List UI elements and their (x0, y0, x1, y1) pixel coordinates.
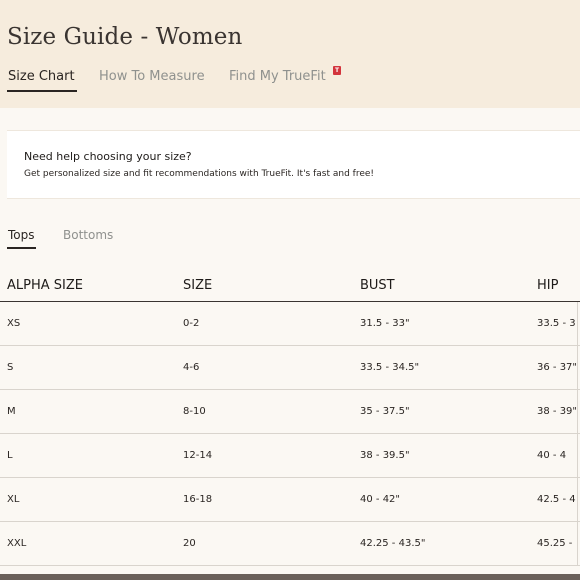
cell-alpha-size: XL (7, 494, 20, 505)
column-divider (577, 434, 578, 478)
cell-alpha-size: L (7, 450, 13, 461)
cell-hip: 33.5 - 3 (537, 318, 576, 329)
cell-hip: 42.5 - 4 (537, 494, 576, 505)
help-card-title: Need help choosing your size? (24, 150, 192, 163)
cell-size: 4-6 (183, 362, 200, 373)
column-header-size: SIZE (183, 278, 213, 293)
cell-hip: 38 - 39" (537, 406, 578, 417)
cell-alpha-size: M (7, 406, 16, 417)
table-row: S 4-6 33.5 - 34.5" 36 - 37" (0, 346, 580, 390)
cell-hip: 36 - 37" (537, 362, 578, 373)
tab-find-my-truefit[interactable]: Find My TrueFit (229, 69, 326, 84)
truefit-help-card[interactable]: Need help choosing your size? Get person… (7, 130, 580, 199)
cell-size: 8-10 (183, 406, 206, 417)
table-row: XL 16-18 40 - 42" 42.5 - 4 (0, 478, 580, 522)
table-row: XXL 20 42.25 - 43.5" 45.25 - (0, 522, 580, 566)
cell-hip: 40 - 4 (537, 450, 567, 461)
cell-bust: 40 - 42" (360, 494, 401, 505)
bottom-edge-strip (0, 574, 580, 580)
cell-alpha-size: S (7, 362, 14, 373)
column-header-bust: BUST (360, 278, 395, 293)
header: Size Guide - Women Size Chart How To Mea… (0, 0, 580, 108)
tab-size-chart[interactable]: Size Chart (7, 69, 77, 92)
help-card-text: Get personalized size and fit recommenda… (24, 169, 375, 179)
column-divider (577, 346, 578, 390)
table-header: ALPHA SIZE SIZE BUST HIP (0, 270, 580, 302)
cell-size: 0-2 (183, 318, 200, 329)
column-divider (577, 302, 578, 346)
size-table: ALPHA SIZE SIZE BUST HIP XS 0-2 31.5 - 3… (0, 270, 580, 566)
cell-bust: 31.5 - 33" (360, 318, 410, 329)
tab-tops[interactable]: Tops (7, 228, 36, 249)
column-header-alpha-size: ALPHA SIZE (7, 278, 83, 293)
column-header-hip: HIP (537, 278, 559, 293)
column-divider (577, 522, 578, 566)
cell-hip: 45.25 - (537, 538, 573, 549)
column-divider (577, 390, 578, 434)
cell-size: 12-14 (183, 450, 213, 461)
cell-bust: 33.5 - 34.5" (360, 362, 420, 373)
cell-size: 16-18 (183, 494, 213, 505)
table-row: XS 0-2 31.5 - 33" 33.5 - 3 (0, 302, 580, 346)
cell-bust: 42.25 - 43.5" (360, 538, 426, 549)
page-title: Size Guide - Women (7, 24, 243, 50)
tab-bottoms[interactable]: Bottoms (63, 228, 113, 242)
cell-alpha-size: XS (7, 318, 21, 329)
cell-bust: 38 - 39.5" (360, 450, 410, 461)
cell-alpha-size: XXL (7, 538, 27, 549)
table-row: M 8-10 35 - 37.5" 38 - 39" (0, 390, 580, 434)
tab-how-to-measure[interactable]: How To Measure (99, 69, 205, 84)
column-divider (577, 478, 578, 522)
cell-size: 20 (183, 538, 196, 549)
truefit-logo-icon: T (333, 66, 341, 75)
table-row: L 12-14 38 - 39.5" 40 - 4 (0, 434, 580, 478)
cell-bust: 35 - 37.5" (360, 406, 410, 417)
